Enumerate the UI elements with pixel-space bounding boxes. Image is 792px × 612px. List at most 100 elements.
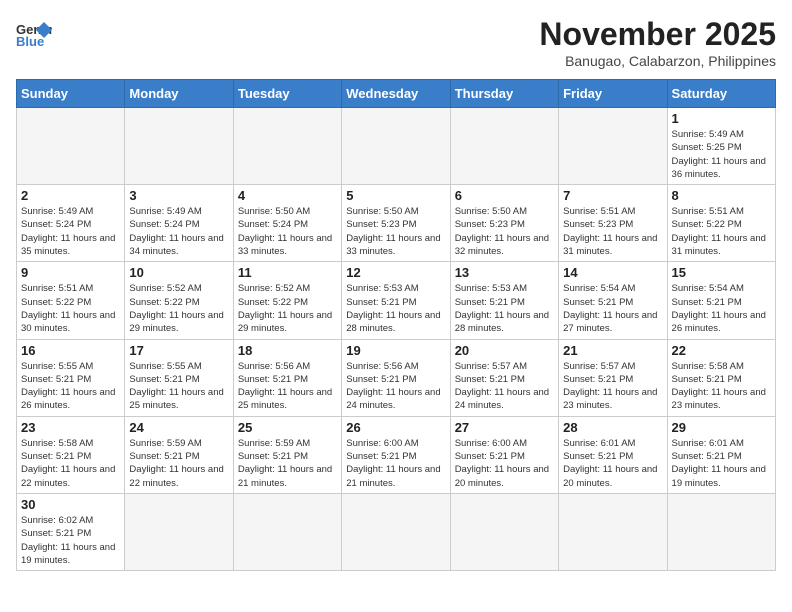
day-cell: 27Sunrise: 6:00 AM Sunset: 5:21 PM Dayli…	[450, 416, 558, 493]
day-cell: 5 Sunrise: 5:50 AM Sunset: 5:23 PM Daylig…	[342, 185, 450, 262]
svg-text:Blue: Blue	[16, 34, 44, 48]
day-number: 10	[129, 265, 228, 280]
day-number: 4	[238, 188, 337, 203]
day-info: Sunrise: 5:56 AM Sunset: 5:21 PM Dayligh…	[238, 360, 337, 413]
day-cell: 11Sunrise: 5:52 AM Sunset: 5:22 PM Dayli…	[233, 262, 341, 339]
day-number: 17	[129, 343, 228, 358]
day-cell: 29 Sunrise: 6:01 AM Sunset: 5:21 PM Dayli…	[667, 416, 775, 493]
day-info: Sunrise: 5:53 AM Sunset: 5:21 PM Dayligh…	[455, 282, 554, 335]
day-cell: 26 Sunrise: 6:00 AM Sunset: 5:21 PM Dayli…	[342, 416, 450, 493]
day-number: 14	[563, 265, 662, 280]
day-number: 30	[21, 497, 120, 512]
day-cell	[233, 108, 341, 185]
day-info: Sunrise: 5:51 AM Sunset: 5:22 PM Dayligh…	[21, 282, 120, 335]
day-cell: 24 Sunrise: 5:59 AM Sunset: 5:21 PM Dayli…	[125, 416, 233, 493]
day-number: 3	[129, 188, 228, 203]
week-row-4: 23Sunrise: 5:58 AM Sunset: 5:21 PM Dayli…	[17, 416, 776, 493]
day-cell	[559, 493, 667, 570]
day-cell: 13 Sunrise: 5:53 AM Sunset: 5:21 PM Dayli…	[450, 262, 558, 339]
day-number: 12	[346, 265, 445, 280]
day-cell	[342, 108, 450, 185]
day-cell: 20 Sunrise: 5:57 AM Sunset: 5:21 PM Dayli…	[450, 339, 558, 416]
day-info: Sunrise: 5:57 AM Sunset: 5:21 PM Dayligh…	[455, 360, 554, 413]
day-info: Sunrise: 5:50 AM Sunset: 5:23 PM Dayligh…	[346, 205, 445, 258]
day-info: Sunrise: 5:54 AM Sunset: 5:21 PM Dayligh…	[563, 282, 662, 335]
day-header-tuesday: Tuesday	[233, 80, 341, 108]
day-cell	[125, 108, 233, 185]
day-cell: 25 Sunrise: 5:59 AM Sunset: 5:21 PM Dayli…	[233, 416, 341, 493]
day-cell: 8 Sunrise: 5:51 AM Sunset: 5:22 PM Daylig…	[667, 185, 775, 262]
day-info: Sunrise: 6:01 AM Sunset: 5:21 PM Dayligh…	[672, 437, 771, 490]
day-number: 24	[129, 420, 228, 435]
day-header-sunday: Sunday	[17, 80, 125, 108]
day-number: 8	[672, 188, 771, 203]
day-cell	[125, 493, 233, 570]
day-info: Sunrise: 6:01 AM Sunset: 5:21 PM Dayligh…	[563, 437, 662, 490]
day-cell: 3 Sunrise: 5:49 AM Sunset: 5:24 PM Daylig…	[125, 185, 233, 262]
day-info: Sunrise: 5:59 AM Sunset: 5:21 PM Dayligh…	[129, 437, 228, 490]
day-cell	[450, 108, 558, 185]
week-row-0: 1Sunrise: 5:49 AM Sunset: 5:25 PM Daylig…	[17, 108, 776, 185]
day-info: Sunrise: 5:59 AM Sunset: 5:21 PM Dayligh…	[238, 437, 337, 490]
day-number: 22	[672, 343, 771, 358]
week-row-3: 16 Sunrise: 5:55 AM Sunset: 5:21 PM Dayli…	[17, 339, 776, 416]
day-info: Sunrise: 5:55 AM Sunset: 5:21 PM Dayligh…	[21, 360, 120, 413]
day-number: 9	[21, 265, 120, 280]
day-cell: 17Sunrise: 5:55 AM Sunset: 5:21 PM Dayli…	[125, 339, 233, 416]
day-cell	[233, 493, 341, 570]
day-info: Sunrise: 5:58 AM Sunset: 5:21 PM Dayligh…	[21, 437, 120, 490]
day-cell: 28 Sunrise: 6:01 AM Sunset: 5:21 PM Dayli…	[559, 416, 667, 493]
day-header-wednesday: Wednesday	[342, 80, 450, 108]
logo: General Blue	[16, 20, 52, 48]
day-number: 25	[238, 420, 337, 435]
day-cell	[667, 493, 775, 570]
day-number: 18	[238, 343, 337, 358]
day-cell: 15 Sunrise: 5:54 AM Sunset: 5:21 PM Dayli…	[667, 262, 775, 339]
day-number: 26	[346, 420, 445, 435]
day-number: 7	[563, 188, 662, 203]
day-info: Sunrise: 5:57 AM Sunset: 5:21 PM Dayligh…	[563, 360, 662, 413]
day-cell: 18 Sunrise: 5:56 AM Sunset: 5:21 PM Dayli…	[233, 339, 341, 416]
day-number: 20	[455, 343, 554, 358]
day-number: 2	[21, 188, 120, 203]
day-header-saturday: Saturday	[667, 80, 775, 108]
day-info: Sunrise: 6:02 AM Sunset: 5:21 PM Dayligh…	[21, 514, 120, 567]
day-info: Sunrise: 5:50 AM Sunset: 5:23 PM Dayligh…	[455, 205, 554, 258]
day-number: 16	[21, 343, 120, 358]
day-cell: 10 Sunrise: 5:52 AM Sunset: 5:22 PM Dayli…	[125, 262, 233, 339]
day-number: 29	[672, 420, 771, 435]
day-info: Sunrise: 5:49 AM Sunset: 5:24 PM Dayligh…	[21, 205, 120, 258]
day-info: Sunrise: 5:52 AM Sunset: 5:22 PM Dayligh…	[129, 282, 228, 335]
day-cell: 21Sunrise: 5:57 AM Sunset: 5:21 PM Dayli…	[559, 339, 667, 416]
header-row: SundayMondayTuesdayWednesdayThursdayFrid…	[17, 80, 776, 108]
day-info: Sunrise: 5:51 AM Sunset: 5:22 PM Dayligh…	[672, 205, 771, 258]
day-info: Sunrise: 5:54 AM Sunset: 5:21 PM Dayligh…	[672, 282, 771, 335]
day-cell: 6 Sunrise: 5:50 AM Sunset: 5:23 PM Daylig…	[450, 185, 558, 262]
day-number: 19	[346, 343, 445, 358]
day-cell	[17, 108, 125, 185]
day-cell: 23Sunrise: 5:58 AM Sunset: 5:21 PM Dayli…	[17, 416, 125, 493]
day-cell: 22 Sunrise: 5:58 AM Sunset: 5:21 PM Dayli…	[667, 339, 775, 416]
day-number: 11	[238, 265, 337, 280]
day-info: Sunrise: 5:51 AM Sunset: 5:23 PM Dayligh…	[563, 205, 662, 258]
day-info: Sunrise: 5:53 AM Sunset: 5:21 PM Dayligh…	[346, 282, 445, 335]
day-cell: 9 Sunrise: 5:51 AM Sunset: 5:22 PM Daylig…	[17, 262, 125, 339]
day-info: Sunrise: 5:49 AM Sunset: 5:24 PM Dayligh…	[129, 205, 228, 258]
location: Banugao, Calabarzon, Philippines	[539, 53, 776, 69]
day-number: 13	[455, 265, 554, 280]
day-cell	[559, 108, 667, 185]
day-number: 15	[672, 265, 771, 280]
day-info: Sunrise: 6:00 AM Sunset: 5:21 PM Dayligh…	[346, 437, 445, 490]
day-header-friday: Friday	[559, 80, 667, 108]
day-cell: 12 Sunrise: 5:53 AM Sunset: 5:21 PM Dayli…	[342, 262, 450, 339]
day-cell	[342, 493, 450, 570]
day-number: 5	[346, 188, 445, 203]
day-info: Sunrise: 5:56 AM Sunset: 5:21 PM Dayligh…	[346, 360, 445, 413]
day-cell: 1Sunrise: 5:49 AM Sunset: 5:25 PM Daylig…	[667, 108, 775, 185]
day-cell: 30 Sunrise: 6:02 AM Sunset: 5:21 PM Dayli…	[17, 493, 125, 570]
title-area: November 2025 Banugao, Calabarzon, Phili…	[539, 16, 776, 69]
header: General Blue November 2025 Banugao, Cala…	[16, 16, 776, 69]
day-info: Sunrise: 5:58 AM Sunset: 5:21 PM Dayligh…	[672, 360, 771, 413]
day-number: 6	[455, 188, 554, 203]
day-number: 28	[563, 420, 662, 435]
